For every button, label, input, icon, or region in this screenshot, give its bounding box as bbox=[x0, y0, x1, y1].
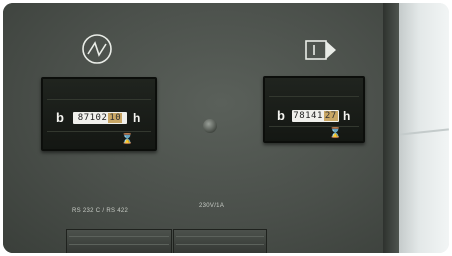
right-hour-meter: b 78141 27 h ⌛ bbox=[263, 76, 365, 143]
left-hour-meter: b 87102 10 h ⌛ bbox=[41, 77, 157, 151]
left-meter-unit: h bbox=[133, 111, 141, 125]
left-meter-digits: 87102 bbox=[77, 113, 108, 123]
right-meter-symbol: b bbox=[277, 108, 285, 123]
left-hourglass-icon: ⌛ bbox=[121, 134, 134, 145]
left-meter-decimal: 10 bbox=[108, 113, 123, 123]
output-port-icon bbox=[305, 40, 336, 60]
panel-edge bbox=[383, 3, 399, 253]
right-meter-counter: 78141 27 bbox=[292, 110, 339, 122]
left-meter-counter: 87102 10 bbox=[73, 112, 127, 124]
right-meter-unit: h bbox=[343, 109, 351, 123]
ac-symbol-icon bbox=[82, 34, 112, 64]
wall bbox=[399, 3, 449, 253]
right-meter-digits: 78141 bbox=[293, 111, 323, 121]
photo-frame: b 87102 10 h ⌛ b 78141 27 h ⌛ RS 232 C /… bbox=[3, 3, 449, 253]
right-hourglass-icon: ⌛ bbox=[329, 128, 342, 139]
rs-port-label: RS 232 C / RS 422 bbox=[72, 208, 129, 214]
right-meter-decimal: 27 bbox=[323, 111, 338, 121]
serial-connector bbox=[66, 229, 172, 253]
voltage-label: 230V/1A bbox=[199, 203, 225, 209]
power-connector bbox=[173, 229, 267, 253]
left-meter-symbol: b bbox=[56, 110, 64, 125]
panel-knob bbox=[203, 119, 217, 133]
